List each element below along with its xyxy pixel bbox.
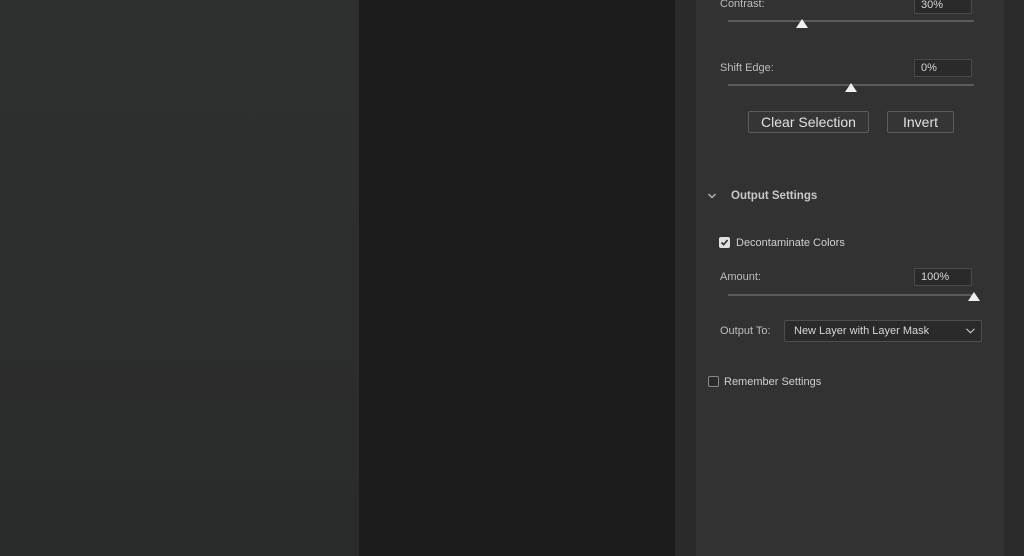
- amount-slider-track[interactable]: [728, 294, 974, 296]
- shift-edge-slider-thumb[interactable]: [845, 83, 857, 92]
- remember-settings-label: Remember Settings: [724, 376, 822, 388]
- amount-slider-thumb[interactable]: [968, 292, 980, 301]
- panel-scroll-region: [1004, 0, 1024, 556]
- shift-edge-field[interactable]: 0%: [914, 59, 972, 77]
- output-settings-title[interactable]: Output Settings: [731, 190, 817, 202]
- contrast-field[interactable]: 30%: [914, 0, 972, 14]
- amount-label: Amount:: [720, 271, 761, 283]
- decontaminate-colors-checkbox[interactable]: [719, 237, 730, 248]
- output-to-selected-value: New Layer with Layer Mask: [794, 325, 930, 337]
- chevron-down-icon: [966, 328, 975, 334]
- canvas-preview-left: [0, 0, 359, 556]
- remember-settings-checkbox[interactable]: [708, 376, 719, 387]
- panel-gutter: [675, 0, 696, 556]
- contrast-slider-track[interactable]: [728, 20, 974, 22]
- checkmark-icon: [720, 239, 729, 246]
- contrast-slider-thumb[interactable]: [795, 19, 808, 28]
- shift-edge-label: Shift Edge:: [720, 62, 774, 74]
- amount-field[interactable]: 100%: [914, 268, 972, 286]
- clear-selection-button[interactable]: Clear Selection: [748, 111, 869, 133]
- invert-button[interactable]: Invert: [887, 111, 954, 133]
- canvas-preview-center: [359, 0, 675, 556]
- chevron-down-icon[interactable]: [708, 192, 716, 200]
- contrast-label: Contrast:: [720, 0, 765, 10]
- decontaminate-colors-label: Decontaminate Colors: [736, 237, 845, 249]
- output-to-label: Output To:: [720, 325, 771, 337]
- output-to-dropdown[interactable]: New Layer with Layer Mask: [784, 320, 982, 342]
